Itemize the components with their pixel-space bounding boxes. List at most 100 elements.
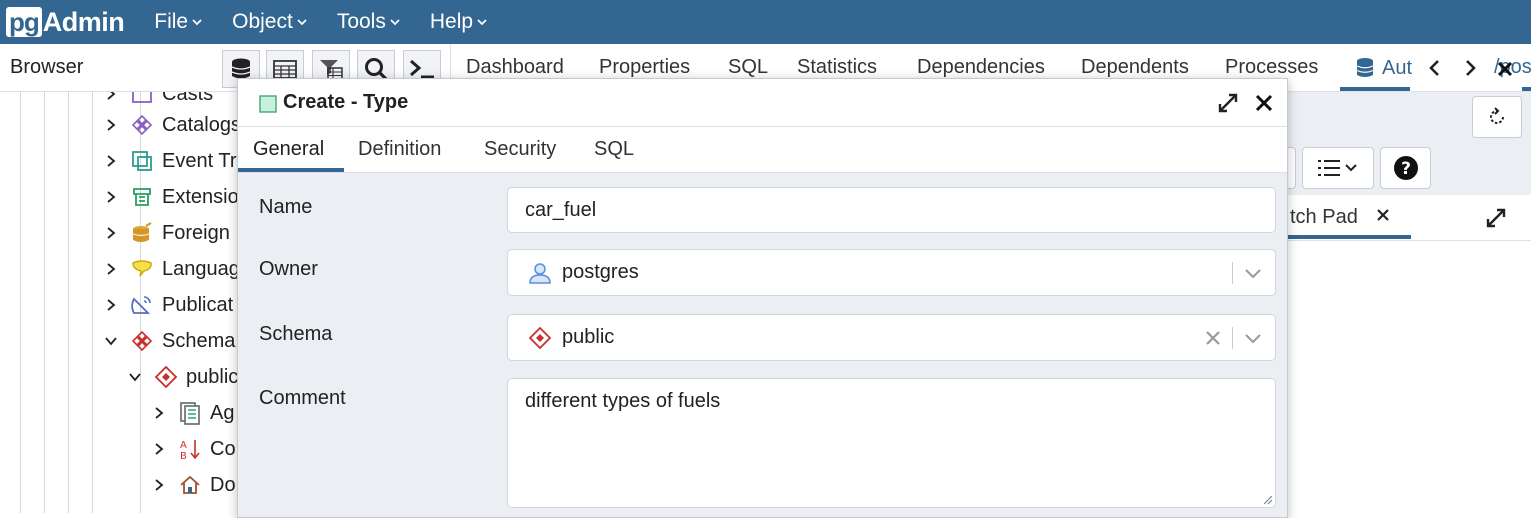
tree-item-label: Co: [210, 437, 236, 460]
menu-file-label: File: [154, 10, 189, 33]
close-icon[interactable]: [1255, 94, 1273, 112]
logo-pg: pg: [6, 7, 42, 37]
name-value: car_fuel: [525, 198, 597, 221]
resize-handle-icon[interactable]: [1261, 493, 1273, 505]
svg-text:B: B: [180, 451, 187, 461]
tab-dependencies[interactable]: Dependencies: [917, 56, 1045, 79]
tree-item-label: Languag: [162, 257, 240, 280]
owner-label: Owner: [259, 258, 318, 280]
chevron-left-icon[interactable]: [1427, 58, 1443, 78]
refresh-icon: [1490, 107, 1504, 124]
reset-layout-button[interactable]: [1472, 96, 1522, 138]
tree-item-extensions[interactable]: Extensio: [104, 179, 239, 215]
chevron-right-icon: [107, 155, 116, 167]
tab-dependents[interactable]: Dependents: [1081, 56, 1189, 79]
tree-item-languages[interactable]: Languag: [104, 251, 240, 287]
tree-item-collations[interactable]: A B Co: [152, 431, 236, 467]
menu-tools[interactable]: Tools: [337, 10, 400, 34]
catalog-icon: [131, 114, 153, 136]
expand-icon[interactable]: [1484, 206, 1508, 230]
menubar: pg Admin File Object Tools Help: [0, 0, 1531, 44]
tab-sql-dialog[interactable]: SQL: [594, 138, 634, 161]
tree-item-label: Publicat: [162, 293, 234, 316]
tab-sql[interactable]: SQL: [728, 56, 768, 79]
create-type-dialog: Create - Type General Definition Securit…: [237, 78, 1288, 518]
menu-tools-label: Tools: [336, 10, 386, 33]
tree-item-publications[interactable]: Publicat: [104, 287, 233, 323]
tree-item-label: Do: [210, 473, 236, 496]
comment-value: different types of fuels: [525, 390, 721, 412]
chevron-down-icon: [297, 19, 307, 26]
publication-icon: [131, 296, 151, 314]
pgadmin-logo: pg Admin: [6, 0, 125, 44]
tree-item-aggregates[interactable]: Ag: [152, 395, 234, 431]
chevron-right-icon: [107, 119, 116, 131]
tab-statistics[interactable]: Statistics: [797, 56, 877, 79]
language-icon: [132, 260, 152, 277]
tab-query-tool[interactable]: Aut: [1354, 56, 1412, 80]
cast-icon: [132, 92, 152, 103]
schema-icon: [528, 326, 552, 349]
chevron-down-icon: [477, 19, 487, 26]
extension-icon: [133, 188, 151, 206]
tab-security[interactable]: Security: [484, 138, 556, 161]
maximize-icon[interactable]: [1217, 92, 1239, 114]
chevron-right-icon: [107, 263, 116, 275]
dialog-tabs: General Definition Security SQL: [238, 127, 1287, 173]
menu-file[interactable]: File: [154, 10, 202, 34]
scratch-pad-body[interactable]: [1288, 241, 1531, 513]
tree-item-domains[interactable]: Do: [152, 467, 236, 503]
tree-item-label: Schema: [162, 329, 236, 352]
macros-button[interactable]: [1302, 147, 1374, 189]
menu-object-label: Object: [232, 10, 293, 33]
schema-select[interactable]: public: [507, 314, 1276, 361]
tree-item-catalogs[interactable]: Catalogs: [104, 107, 240, 143]
scratch-pad-label: tch Pad: [1290, 206, 1358, 228]
schema-label: Schema: [259, 323, 333, 345]
menu-help[interactable]: Help: [430, 10, 487, 34]
chevron-right-icon[interactable]: [1462, 58, 1478, 78]
svg-text:A: A: [180, 440, 187, 451]
close-icon[interactable]: [1376, 208, 1390, 222]
comment-textarea[interactable]: different types of fuels: [507, 378, 1276, 508]
chevron-right-icon: [107, 92, 116, 100]
chevron-down-icon[interactable]: [1243, 263, 1263, 283]
tree-item-public[interactable]: public: [128, 359, 238, 395]
clear-icon[interactable]: [1204, 329, 1222, 347]
database-icon: [1356, 58, 1374, 77]
tree-item-label: Casts: [162, 92, 214, 105]
tree-item-foreign[interactable]: Foreign: [104, 215, 230, 251]
active-tab-indicator: [1340, 87, 1410, 91]
schemas-icon: [131, 330, 153, 352]
chevron-down-icon: [192, 19, 202, 26]
tree-item-event-triggers[interactable]: Event Tri: [104, 143, 240, 179]
tree-item-label: Foreign: [162, 221, 230, 244]
help-icon: ?: [1393, 156, 1418, 180]
tree-item-label: Ag: [210, 401, 235, 424]
tab-definition[interactable]: Definition: [358, 138, 441, 161]
chevron-down-icon[interactable]: [1243, 328, 1263, 348]
scratch-tab-underline: [1288, 235, 1411, 239]
tab-underline-right: [1522, 87, 1531, 91]
tree-item-schemas[interactable]: Schema: [104, 323, 235, 359]
tab-properties[interactable]: Properties: [599, 56, 690, 79]
schema-value: public: [562, 326, 615, 348]
scratch-pad-tab[interactable]: tch Pad: [1288, 195, 1531, 241]
chevron-right-icon: [155, 407, 164, 419]
chevron-down-icon: [390, 19, 400, 26]
comment-label: Comment: [259, 387, 346, 409]
type-icon: [259, 95, 277, 113]
tree-item-label: Event Tri: [162, 149, 240, 172]
collation-icon: A B: [180, 440, 200, 461]
close-icon[interactable]: [1496, 60, 1514, 78]
tab-dashboard[interactable]: Dashboard: [466, 56, 564, 79]
name-input[interactable]: car_fuel: [507, 187, 1276, 233]
tree-item-label: Extensio: [162, 185, 239, 208]
tab-processes[interactable]: Processes: [1225, 56, 1318, 79]
menu-help-label: Help: [429, 10, 474, 33]
menu-object[interactable]: Object: [232, 10, 307, 34]
owner-select[interactable]: postgres: [507, 249, 1276, 296]
tab-general[interactable]: General: [253, 138, 324, 161]
schema-icon: [154, 365, 178, 389]
help-button[interactable]: ?: [1380, 147, 1431, 189]
